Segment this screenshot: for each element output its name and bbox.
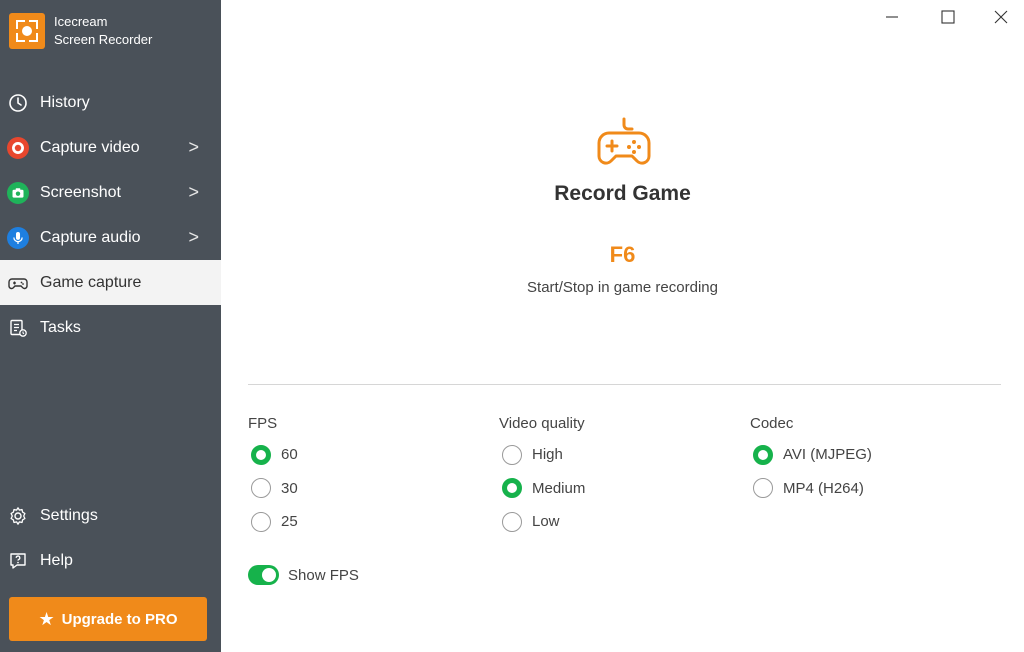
sidebar-item-capture-video[interactable]: Capture video >: [0, 125, 221, 170]
fps-option-60[interactable]: 60: [248, 438, 298, 472]
help-icon: [7, 550, 29, 572]
minimize-button[interactable]: [878, 5, 906, 29]
sidebar-item-help[interactable]: Help: [0, 538, 221, 583]
radio-unchecked[interactable]: [502, 444, 522, 465]
radio-unchecked[interactable]: [502, 511, 522, 532]
show-fps-toggle[interactable]: [248, 565, 279, 585]
quality-option-medium[interactable]: Medium: [499, 472, 585, 506]
sidebar-item-screenshot[interactable]: Screenshot >: [0, 170, 221, 215]
fps-option-25[interactable]: 25: [248, 505, 298, 539]
star-icon: ★: [38, 608, 55, 629]
fps-group: FPS 60 30 25: [248, 415, 298, 539]
minimize-icon: [886, 16, 898, 18]
sidebar-item-game-capture[interactable]: Game capture: [0, 260, 221, 305]
gear-icon: [7, 505, 29, 527]
gamepad-icon: [7, 272, 29, 294]
radio-unchecked[interactable]: [753, 478, 773, 499]
hotkey-description: Start/Stop in game recording: [527, 279, 718, 296]
radio-checked[interactable]: [753, 444, 773, 465]
codec-group: Codec AVI (MJPEG) MP4 (H264): [750, 415, 872, 505]
quality-option-high[interactable]: High: [499, 438, 585, 472]
app-logo-icon: [9, 13, 45, 49]
radio-checked[interactable]: [502, 478, 522, 499]
codec-title: Codec: [750, 415, 794, 432]
sidebar-item-label: Capture audio: [40, 228, 141, 246]
radio-unchecked[interactable]: [251, 511, 271, 532]
chevron-right-icon: >: [188, 182, 199, 202]
sidebar-item-label: Tasks: [40, 318, 81, 336]
sidebar-item-capture-audio[interactable]: Capture audio >: [0, 215, 221, 260]
radio-unchecked[interactable]: [251, 478, 271, 499]
divider: [248, 384, 1001, 385]
close-button[interactable]: [987, 5, 1015, 29]
sidebar-item-settings[interactable]: Settings: [0, 493, 221, 538]
close-icon: [994, 10, 1008, 24]
camera-icon: [7, 181, 29, 204]
chevron-right-icon: >: [188, 227, 199, 247]
sidebar-item-tasks[interactable]: Tasks: [0, 305, 221, 350]
maximize-icon: [941, 10, 955, 24]
sidebar-item-label: Settings: [40, 506, 98, 524]
codec-option-mp4[interactable]: MP4 (H264): [750, 472, 872, 506]
clock-icon: [7, 92, 29, 114]
sidebar-item-label: Capture video: [40, 138, 140, 156]
fps-title: FPS: [248, 415, 278, 432]
maximize-button[interactable]: [934, 5, 962, 29]
app-name: Icecream Screen Recorder: [54, 14, 153, 47]
show-fps-toggle-row[interactable]: Show FPS: [248, 565, 359, 585]
video-quality-group: Video quality High Medium Low: [499, 415, 585, 539]
microphone-icon: [7, 226, 29, 249]
chevron-right-icon: >: [188, 137, 199, 157]
sidebar-bottom-nav: Settings Help: [0, 493, 221, 583]
show-fps-label: Show FPS: [288, 566, 359, 584]
sidebar-item-history[interactable]: History: [0, 80, 221, 125]
sidebar-item-label: Game capture: [40, 273, 142, 291]
fps-option-30[interactable]: 30: [248, 472, 298, 506]
upgrade-button[interactable]: ★ Upgrade to PRO: [9, 597, 207, 641]
quality-option-low[interactable]: Low: [499, 505, 585, 539]
page-title: Record Game: [554, 182, 691, 205]
video-quality-title: Video quality: [499, 415, 585, 432]
record-icon: [7, 136, 29, 159]
sidebar-item-label: Help: [40, 551, 73, 569]
sidebar-item-label: Screenshot: [40, 183, 121, 201]
app-brand: Icecream Screen Recorder: [9, 13, 152, 49]
radio-checked[interactable]: [251, 444, 271, 465]
codec-option-avi[interactable]: AVI (MJPEG): [750, 438, 872, 472]
sidebar: Icecream Screen Recorder History Capture…: [0, 0, 221, 652]
tasks-icon: [7, 317, 29, 339]
sidebar-item-label: History: [40, 93, 90, 111]
hotkey-label: F6: [609, 242, 636, 267]
gamepad-icon: [595, 117, 653, 176]
sidebar-nav: History Capture video > Screenshot > Cap…: [0, 80, 221, 350]
